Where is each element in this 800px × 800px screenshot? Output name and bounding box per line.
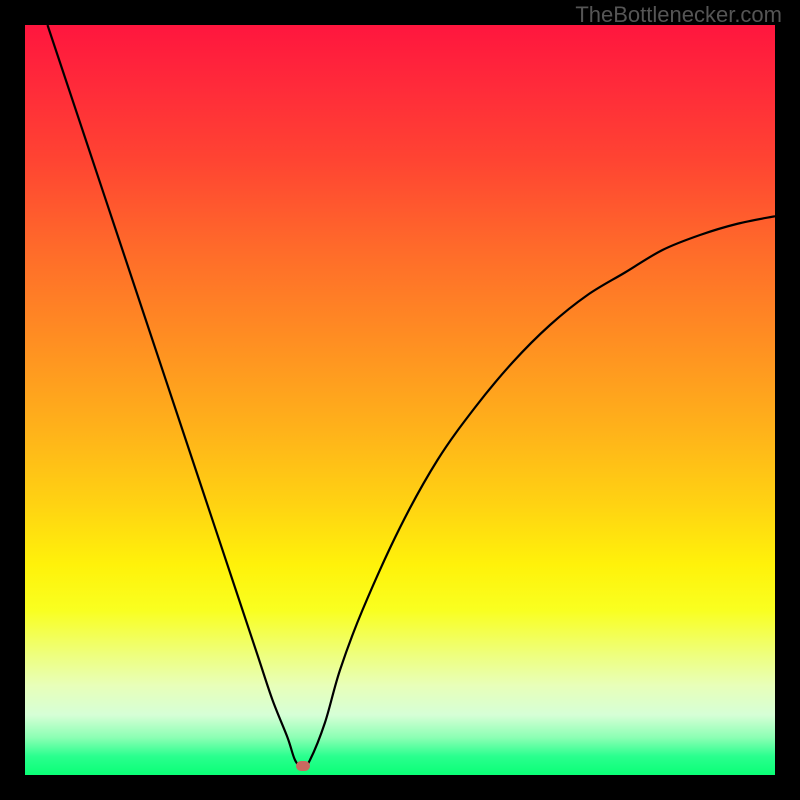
- optimum-marker: [296, 761, 310, 771]
- chart-area: [25, 25, 775, 775]
- bottleneck-curve: [48, 25, 776, 768]
- curve-svg: [25, 25, 775, 775]
- watermark-text: TheBottlenecker.com: [575, 2, 782, 28]
